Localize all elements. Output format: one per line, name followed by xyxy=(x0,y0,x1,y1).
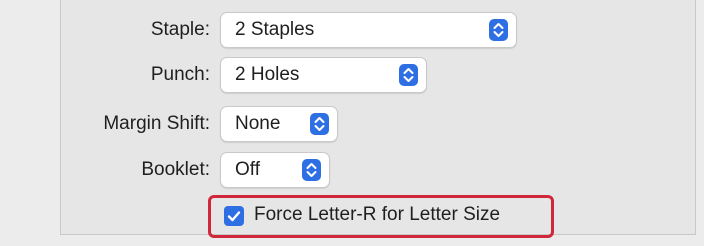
force-letter-r-checkbox[interactable] xyxy=(224,206,244,226)
punch-popup[interactable]: 2 Holes xyxy=(220,57,427,93)
staple-popup[interactable]: 2 Staples xyxy=(220,12,517,48)
margin-shift-label: Margin Shift: xyxy=(103,113,210,134)
punch-label-wrap: Punch: xyxy=(0,57,210,93)
up-down-chevron-icon xyxy=(489,19,508,41)
punch-row: Punch: 2 Holes xyxy=(0,57,704,93)
up-down-chevron-icon xyxy=(302,159,321,181)
booklet-label-wrap: Booklet: xyxy=(0,152,210,188)
punch-popup-value: 2 Holes xyxy=(235,64,300,85)
margin-shift-popup[interactable]: None xyxy=(220,106,338,142)
force-letter-r-label[interactable]: Force Letter-R for Letter Size xyxy=(254,204,500,226)
booklet-label: Booklet: xyxy=(141,159,210,180)
up-down-chevron-icon xyxy=(310,113,329,135)
staple-label: Staple: xyxy=(150,19,210,40)
margin-shift-row: Margin Shift: None xyxy=(0,106,704,142)
booklet-popup[interactable]: Off xyxy=(220,152,330,188)
punch-label: Punch: xyxy=(150,64,210,85)
margin-shift-label-wrap: Margin Shift: xyxy=(0,106,210,142)
staple-row: Staple: 2 Staples xyxy=(0,12,704,48)
up-down-chevron-icon xyxy=(399,64,418,86)
checkmark-icon xyxy=(227,211,241,222)
staple-popup-value: 2 Staples xyxy=(235,19,315,40)
booklet-row: Booklet: Off xyxy=(0,152,704,188)
booklet-popup-value: Off xyxy=(235,159,260,180)
margin-shift-popup-value: None xyxy=(235,113,281,134)
staple-label-wrap: Staple: xyxy=(0,12,210,48)
